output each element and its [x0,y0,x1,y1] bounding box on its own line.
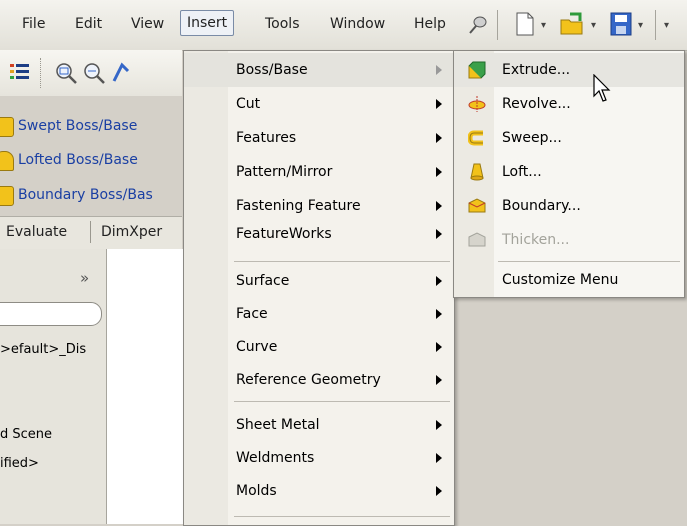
pin-icon[interactable] [467,14,489,36]
submenu-arrow-icon [436,309,442,319]
new-dropdown-arrow[interactable]: ▾ [541,20,546,31]
extrude-icon [468,61,486,79]
menu-file[interactable]: File [22,12,45,36]
insert-menu: Boss/Base Cut Features Pattern/Mirror Fa… [183,50,455,526]
view-toolbar [0,50,182,96]
menu-item-sheet-metal[interactable]: Sheet Metal [184,408,454,442]
menu-separator [234,261,450,262]
tab-evaluate[interactable]: Evaluate [6,217,67,247]
mouse-cursor-icon [593,74,611,102]
list-icon[interactable] [10,63,30,81]
zoom-to-area-icon[interactable] [82,61,106,85]
tree-item-scene[interactable]: d Scene [0,427,52,442]
submenu-arrow-icon [436,229,442,239]
menu-item-surface[interactable]: Surface [184,264,454,298]
tree-item-display-state[interactable]: >efault>_Dis [0,342,104,357]
revolve-icon [468,96,486,112]
previous-view-icon[interactable] [110,61,132,85]
submenu-arrow-icon [436,375,442,385]
swept-boss-icon [0,117,14,137]
menu-item-boss-base[interactable]: Boss/Base [184,53,454,87]
menu-item-pattern-mirror[interactable]: Pattern/Mirror [184,155,454,189]
menu-insert[interactable]: Insert [180,10,235,36]
submenu-arrow-icon [436,276,442,286]
graphics-area[interactable] [107,249,183,524]
open-folder-icon[interactable] [560,12,586,36]
menu-item-weldments[interactable]: Weldments [184,441,454,475]
menu-bar: File Edit View Insert Tools Window Help … [0,0,687,51]
zoom-to-fit-icon[interactable] [54,61,78,85]
menu-separator [234,401,450,402]
menu-tools[interactable]: Tools [265,12,300,36]
menu-item-reference-geometry[interactable]: Reference Geometry [184,363,454,397]
menu-edit[interactable]: Edit [75,12,102,36]
submenu-item-extrude[interactable]: Extrude... [454,53,684,87]
filter-input[interactable] [0,302,102,326]
submenu-item-boundary[interactable]: Boundary... [454,189,684,223]
submenu-item-customize-menu[interactable]: Customize Menu [454,263,684,297]
boss-base-submenu: Extrude... Revolve... Sweep... Loft... B… [453,50,685,298]
submenu-arrow-icon [436,453,442,463]
submenu-arrow-icon [436,99,442,109]
menu-item-cut[interactable]: Cut [184,87,454,121]
submenu-item-thicken[interactable]: Thicken... [454,223,684,257]
menu-item-curve[interactable]: Curve [184,330,454,364]
tab-divider [90,221,91,243]
submenu-arrow-icon [436,167,442,177]
menu-item-molds[interactable]: Molds [184,474,454,508]
submenu-arrow-icon [436,133,442,143]
menu-help[interactable]: Help [414,12,446,36]
toolbar-grip [40,58,42,88]
thicken-icon [468,232,486,247]
expand-chevron-icon[interactable]: » [80,269,89,287]
menu-separator [234,516,450,517]
menu-item-features[interactable]: Features [184,121,454,155]
submenu-arrow-icon [436,420,442,430]
submenu-arrow-icon [436,65,442,75]
new-document-icon[interactable] [515,12,535,36]
loft-icon [470,163,484,181]
submenu-item-loft[interactable]: Loft... [454,155,684,189]
save-dropdown-arrow[interactable]: ▾ [638,20,643,31]
menu-window[interactable]: Window [330,12,385,36]
menu-item-featureworks[interactable]: FeatureWorks [184,217,454,251]
save-icon[interactable] [610,12,632,36]
more-dropdown-arrow[interactable]: ▾ [664,20,669,31]
boundary-icon [468,198,486,213]
sweep-icon [468,130,483,146]
command-manager-tabs: Evaluate DimXper [0,216,182,250]
toolbar-divider [655,10,656,40]
tab-dimxpert[interactable]: DimXper [101,217,162,247]
submenu-item-revolve[interactable]: Revolve... [454,87,684,121]
lofted-boss-base-command[interactable]: Lofted Boss/Base [0,144,182,176]
submenu-item-sweep[interactable]: Sweep... [454,121,684,155]
menu-item-face[interactable]: Face [184,297,454,331]
submenu-arrow-icon [436,342,442,352]
submenu-arrow-icon [436,201,442,211]
tree-item-material[interactable]: ified> [0,456,39,471]
open-dropdown-arrow[interactable]: ▾ [591,20,596,31]
boundary-boss-icon [0,186,14,206]
submenu-arrow-icon [436,486,442,496]
menu-view[interactable]: View [131,12,164,36]
lofted-boss-icon [0,151,14,171]
toolbar-divider [497,10,498,40]
submenu-separator [498,261,680,262]
swept-boss-base-command[interactable]: Swept Boss/Base [0,110,182,142]
feature-manager-panel: » >efault>_Dis d Scene ified> [0,249,107,524]
boundary-boss-base-command[interactable]: Boundary Boss/Bas [0,179,182,211]
